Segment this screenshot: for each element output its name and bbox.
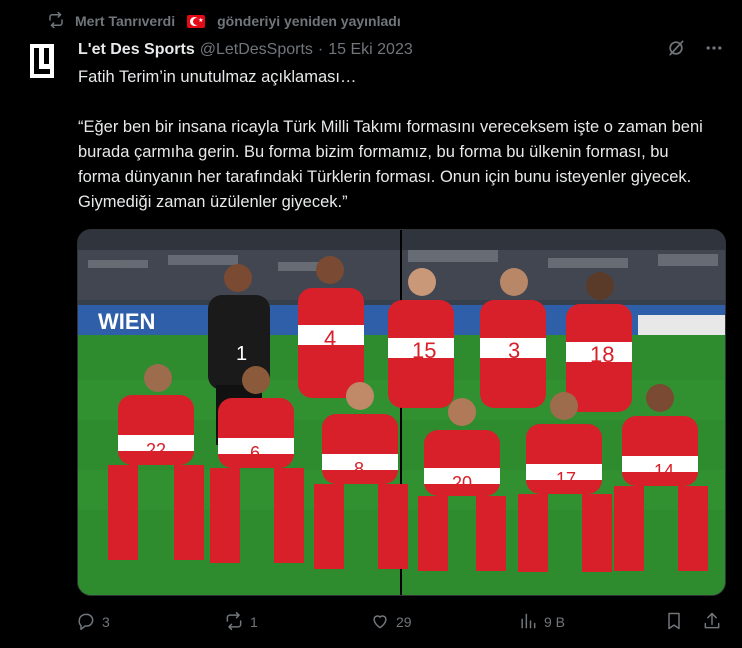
tweet-text: Fatih Terim’in unutulmaz açıklaması… “Eğ…	[78, 65, 708, 215]
tweet-date[interactable]: 15 Eki 2023	[328, 41, 413, 59]
repost-icon	[47, 11, 65, 32]
turkey-flag-icon: ★	[187, 14, 206, 28]
shirt-number: 4	[324, 326, 336, 351]
reply-count: 3	[102, 614, 110, 630]
heart-icon	[370, 611, 390, 634]
more-icon[interactable]	[704, 38, 724, 63]
views-count: 9 B	[544, 614, 566, 630]
repost-icon	[224, 611, 244, 634]
views-chart-icon	[518, 611, 538, 634]
ad-board-text: WIEN	[98, 309, 155, 334]
shirt-number: 8	[354, 459, 364, 479]
tweet-action-bar: 3 1 29 9 B	[76, 608, 726, 636]
grok-icon[interactable]	[666, 38, 686, 63]
repost-count: 1	[250, 614, 258, 630]
shirt-number: 17	[556, 469, 576, 489]
repost-context[interactable]: Mert Tanrıverdi ★ gönderiyi yeniden yayı…	[47, 10, 401, 32]
repost-user[interactable]: Mert Tanrıverdi	[75, 13, 175, 29]
author-handle[interactable]: @LetDesSports	[200, 41, 313, 59]
shirt-number: 6	[250, 443, 260, 463]
views-button[interactable]: 9 B	[518, 608, 565, 636]
reply-icon	[76, 611, 96, 634]
shirt-number: 18	[590, 342, 614, 367]
like-button[interactable]: 29	[370, 608, 412, 636]
shirt-number: 3	[508, 338, 520, 363]
shirt-number: 14	[654, 461, 674, 481]
tweet-media-photo[interactable]: WIEN 1 4 15 3 18 22 6 8 20 17 14	[77, 229, 726, 596]
reply-button[interactable]: 3	[76, 608, 110, 636]
share-button[interactable]	[702, 608, 722, 636]
tweet-text-quote: “Eğer ben bir insana ricayla Türk Milli …	[78, 118, 708, 211]
bookmark-button[interactable]	[664, 608, 684, 636]
tweet-top-actions	[666, 38, 724, 63]
avatar[interactable]	[30, 44, 54, 78]
author-name[interactable]: L'et Des Sports	[78, 41, 195, 59]
share-icon	[702, 611, 722, 634]
tweet-header: L'et Des Sports @LetDesSports · 15 Eki 2…	[78, 38, 413, 62]
shirt-number: 1	[236, 343, 247, 365]
bookmark-icon	[664, 611, 684, 634]
shirt-number: 22	[146, 440, 166, 460]
tweet-text-intro: Fatih Terim’in unutulmaz açıklaması…	[78, 68, 357, 86]
repost-button[interactable]: 1	[224, 608, 258, 636]
repost-label: gönderiyi yeniden yayınladı	[217, 13, 401, 29]
separator-dot: ·	[317, 41, 324, 58]
shirt-number: 20	[452, 473, 472, 493]
like-count: 29	[396, 614, 412, 630]
shirt-number: 15	[412, 338, 436, 363]
